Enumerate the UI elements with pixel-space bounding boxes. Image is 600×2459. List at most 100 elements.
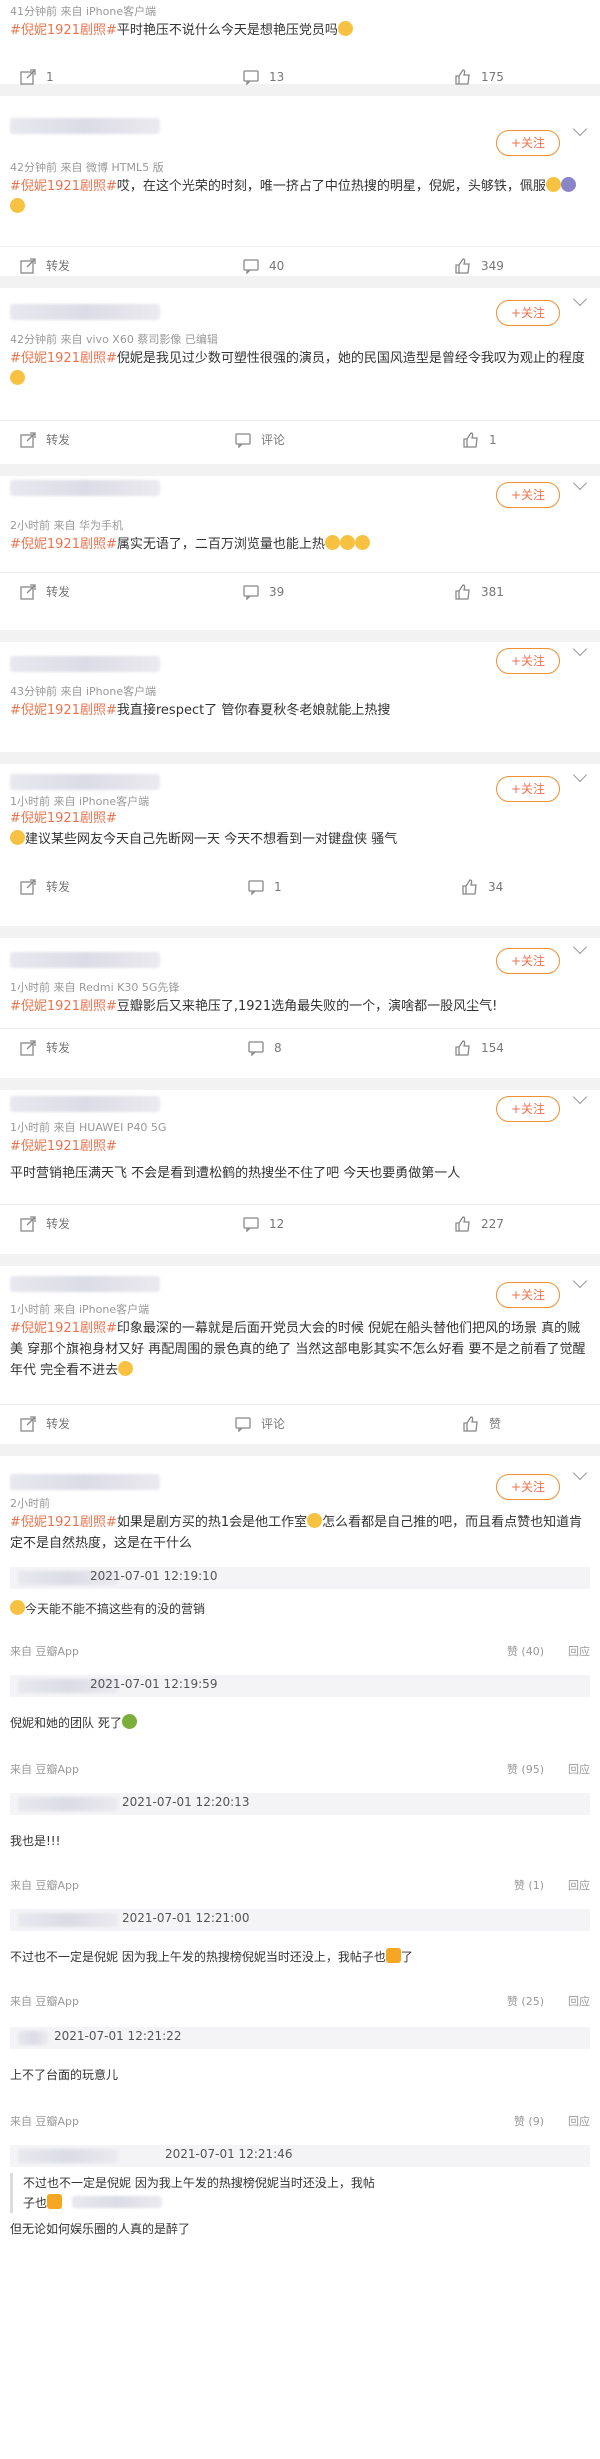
follow-button[interactable]: +关注 [496,948,560,974]
user-name-blurred[interactable] [10,480,160,496]
post-text: #倪妮1921剧照#印象最深的一幕就是后面开党员大会的时候 倪妮在船头替他们把风… [10,1321,586,1378]
emoji-icon [10,830,25,845]
comment-item: 2021-07-01 12:21:00 不过也不一定是倪妮 因为我上午发的热搜榜… [10,1909,590,2027]
reply-button[interactable]: 回应 [568,1877,590,1893]
post-10: +关注 2小时前 #倪妮1921剧照#如果是剧方买的热1会是他工作室 怎么看都是自… [0,1456,600,1559]
user-name-blurred[interactable] [10,1474,160,1490]
post-8: +关注 1小时前 来自 HUAWEI P40 5G #倪妮1921剧照# 平时营… [0,1089,600,1266]
topic-tag[interactable]: #倪妮1921剧照# [10,703,117,718]
post-text: #倪妮1921剧照#如果是剧方买的热1会是他工作室 怎么看都是自己推的吧，而且看点… [10,1513,583,1551]
comment-header: 2021-07-01 12:21:00 [10,1909,590,1931]
follow-button[interactable]: +关注 [496,776,560,802]
post-actions: 转发 40 349 [0,246,600,284]
comment-footer: 来自 豆瓣App 赞 (25) 回应 [10,1991,590,2011]
like-button[interactable]: 赞 (25) [507,1993,544,2009]
like-button[interactable]: 赞 (40) [507,1643,544,1659]
comment-text: 上不了台面的玩意儿 [10,2068,119,2082]
thumbs-up-icon [462,879,477,895]
chevron-down-icon[interactable] [572,641,588,657]
user-name-blurred[interactable] [10,1276,160,1292]
emoji-icon [337,21,353,36]
topic-tag[interactable]: #倪妮1921剧照# [10,999,117,1014]
emoji-icon [121,1714,137,1729]
topic-tag[interactable]: #倪妮1921剧照# [10,23,117,38]
user-name-blurred[interactable] [10,656,160,672]
post-meta: 1小时前 来自 Redmi K30 5G先锋 [10,981,180,994]
reply-button[interactable]: 回应 [568,2113,590,2129]
like-button[interactable]: 赞 (95) [507,1761,544,1777]
post-actions: 转发 39 381 [0,572,600,610]
comment-source: 来自 豆瓣App [10,1645,79,1658]
comment-source: 来自 豆瓣App [10,1879,79,1892]
emoji-icon [324,535,340,550]
emoji-icon [545,177,561,192]
post-3: +关注 42分钟前 来自 vivo X60 蔡司影像 已编辑 #倪妮1921剧照… [0,288,600,476]
topic-tag[interactable]: #倪妮1921剧照# [10,179,117,194]
comment-icon [243,259,259,274]
chevron-down-icon[interactable] [572,939,588,955]
reply-button[interactable]: 回应 [568,1761,590,1777]
chevron-down-icon[interactable] [572,291,588,307]
chevron-down-icon[interactable] [572,1089,588,1105]
post-9: +关注 1小时前 来自 iPhone客户端 #倪妮1921剧照#印象最深的一幕就… [0,1266,600,1456]
share-icon [20,1040,36,1056]
share-icon [20,1216,36,1232]
reply-button[interactable]: 回应 [568,1993,590,2009]
thumbs-up-icon [455,584,470,600]
comment-item: 2021-07-01 12:21:22 上不了台面的玩意儿 来自 豆瓣App 赞… [10,2027,590,2145]
share-icon [20,1416,36,1432]
topic-tag[interactable]: #倪妮1921剧照# [10,1139,117,1154]
user-name-blurred[interactable] [10,774,160,790]
follow-button[interactable]: +关注 [496,648,560,674]
comment-thread: 2021-07-01 12:19:10 今天能不能不搞这些有的没的营销 来自 豆… [0,1567,600,2304]
post-text: #倪妮1921剧照#属实无语了，二百万浏览量也能上热 [0,534,600,555]
emoji-icon [118,1361,134,1376]
like-button[interactable]: 赞 (9) [514,2113,544,2129]
reply-button[interactable]: 回应 [568,1643,590,1659]
user-name-blurred[interactable] [10,118,160,134]
chevron-down-icon[interactable] [572,121,588,137]
post-text: #倪妮1921剧照#哎，在这个光荣的时刻，唯一挤占了中位热搜的明星，倪妮，头够铁… [0,176,600,218]
chevron-down-icon[interactable] [572,475,588,491]
topic-tag[interactable]: #倪妮1921剧照# [10,537,117,552]
follow-button[interactable]: +关注 [496,1096,560,1122]
emoji-icon [560,177,576,192]
user-name-blurred[interactable] [10,1096,160,1112]
comment-footer: 来自 豆瓣App 赞 (9) 回应 [10,2111,590,2131]
follow-button[interactable]: +关注 [496,1282,560,1308]
user-name-blurred[interactable] [10,952,160,968]
comment-icon [243,1217,259,1232]
commenter-name-blurred[interactable] [18,1913,118,1927]
quoted-name-blurred [72,2196,163,2208]
chevron-down-icon[interactable] [572,1273,588,1289]
post-4: +关注 2小时前 来自 华为手机 #倪妮1921剧照#属实无语了，二百万浏览量也… [0,475,600,642]
commenter-name-blurred[interactable] [18,2149,118,2163]
follow-button[interactable]: +关注 [496,130,560,156]
follow-button[interactable]: +关注 [496,1474,560,1500]
comment-header: 2021-07-01 12:21:46 [10,2145,590,2167]
topic-tag[interactable]: #倪妮1921剧照# [10,351,117,366]
like-button[interactable]: 赞 (1) [514,1877,544,1893]
user-name-blurred[interactable] [10,304,160,320]
post-actions: 1 13 175 [0,58,600,96]
topic-tag[interactable]: #倪妮1921剧照# [10,1321,117,1336]
comment-header: 2021-07-01 12:20:13 [10,1793,590,1815]
comment-item: 2021-07-01 12:19:10 今天能不能不搞这些有的没的营销 来自 豆… [10,1567,590,1675]
commenter-name-blurred[interactable] [18,2031,48,2045]
emoji-icon [307,1513,323,1528]
post-meta: 42分钟前 来自 vivo X60 蔡司影像 已编辑 [10,333,218,346]
topic-tag[interactable]: #倪妮1921剧照# [10,1515,117,1530]
topic-tag[interactable]: #倪妮1921剧照# [10,811,117,826]
post-text: #倪妮1921剧照# 平时营销艳压满天飞 不会是看到遭松鹤的热搜坐不住了吧 今天… [10,1139,461,1181]
thumbs-up-icon [455,69,470,85]
post-meta: 42分钟前 来自 微博 HTML5 版 [10,161,164,174]
post-actions: 转发 评论 赞 [0,1404,600,1442]
chevron-down-icon[interactable] [572,767,588,783]
follow-button[interactable]: +关注 [496,300,560,326]
chevron-down-icon[interactable] [572,1465,588,1481]
post-meta: 2小时前 [10,1497,50,1510]
commenter-name-blurred[interactable] [18,1797,118,1811]
follow-button[interactable]: +关注 [496,482,560,508]
comment-header: 2021-07-01 12:19:10 [10,1567,590,1589]
comment-time: 2021-07-01 12:21:00 [122,1911,250,1925]
